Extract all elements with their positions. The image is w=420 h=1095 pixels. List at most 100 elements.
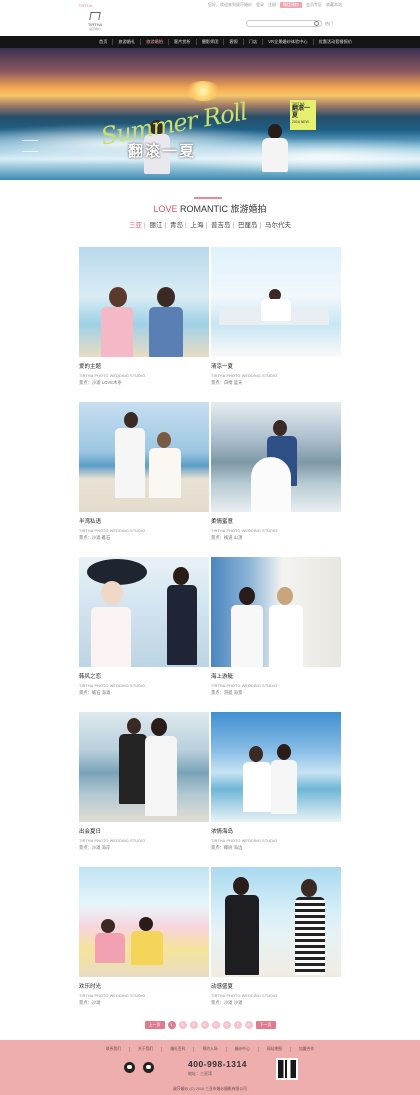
- gallery-card[interactable]: 韩风之恋 TIRTHA PHOTO WEDDING STUDIO 景点：礁石 海…: [79, 557, 209, 696]
- nav-item-offers[interactable]: 优惠活动套餐报价: [314, 39, 358, 45]
- nav-item-photographers[interactable]: 摄影师团: [197, 39, 225, 45]
- city-tab-lijiang[interactable]: 丽江: [148, 222, 163, 229]
- card-photo[interactable]: [211, 402, 341, 512]
- city-tab-maldives[interactable]: 马尔代夫: [264, 222, 292, 229]
- logo-sub: 缇莎婚纱: [88, 27, 101, 31]
- card-place: 景点：沙滩 礁石: [79, 535, 111, 540]
- top-link-favorite[interactable]: 收藏本站: [326, 2, 342, 8]
- card-title[interactable]: 动感盛夏: [211, 982, 341, 990]
- gallery-card[interactable]: 欢乐时光 TIRTHA PHOTO WEDDING STUDIO 景点：沙滩: [79, 867, 209, 1006]
- logo-mark-icon: [89, 12, 101, 20]
- card-photo[interactable]: [211, 247, 341, 357]
- footer-link[interactable]: 关于我们: [130, 1047, 163, 1052]
- card-studio: TIRTHA PHOTO WEDDING STUDIO: [79, 374, 146, 378]
- card-photo[interactable]: [79, 247, 209, 357]
- gallery-card[interactable]: 浓情海岛 TIRTHA PHOTO WEDDING STUDIO 景点：椰树 海…: [211, 712, 341, 851]
- card-title[interactable]: 浓情海岛: [211, 827, 341, 835]
- card-studio: TIRTHA PHOTO WEDDING STUDIO: [79, 839, 146, 843]
- gallery-card[interactable]: 动感盛夏 TIRTHA PHOTO WEDDING STUDIO 景点：沙滩 沙…: [211, 867, 341, 1006]
- top-link-login[interactable]: 登录: [256, 2, 264, 8]
- city-tab-bali[interactable]: 巴厘岛: [237, 222, 259, 229]
- search-icon[interactable]: [314, 21, 319, 26]
- section-title-romantic: ROMANTIC: [180, 204, 228, 214]
- card-photo[interactable]: [79, 712, 209, 822]
- footer-link[interactable]: 婚礼百科: [162, 1047, 195, 1052]
- card-photo[interactable]: [211, 867, 341, 977]
- page-number[interactable]: 8: [244, 1021, 253, 1029]
- gallery-card[interactable]: 爱的主题 TIRTHA PHOTO WEDDING STUDIO 景点：沙滩 L…: [79, 247, 209, 386]
- tag-big: 翻滚一夏: [292, 106, 311, 119]
- page-number[interactable]: 1: [167, 1021, 176, 1029]
- top-link-wechat[interactable]: 微信预约: [280, 2, 302, 8]
- card-title[interactable]: 半湾私语: [79, 517, 209, 525]
- nav-item-vr[interactable]: VR全景婚纱体验中心: [263, 39, 314, 45]
- nav-item-travel-photo[interactable]: 旅游婚拍: [141, 39, 169, 45]
- gallery-card[interactable]: 清凉一夏 TIRTHA PHOTO WEDDING STUDIO 景点：白椅 蓝…: [211, 247, 341, 386]
- card-title[interactable]: 出会夏日: [79, 827, 209, 835]
- city-tab-qingdao[interactable]: 青岛: [169, 222, 184, 229]
- photo-figure: [149, 448, 181, 498]
- photo-figure-head: [239, 587, 255, 605]
- card-place: 景点：沙滩: [79, 1000, 101, 1005]
- city-tab-shanghai[interactable]: 上海: [190, 222, 205, 229]
- photo-figure-head: [124, 412, 138, 428]
- page-number[interactable]: 2: [178, 1021, 187, 1029]
- nav-item-guest[interactable]: 客照: [224, 39, 244, 45]
- card-photo[interactable]: [79, 557, 209, 667]
- qq-icon[interactable]: [143, 1062, 154, 1073]
- footer-link[interactable]: 预约入场: [194, 1047, 227, 1052]
- gallery-card[interactable]: 出会夏日 TIRTHA PHOTO WEDDING STUDIO 景点：沙滩 海…: [79, 712, 209, 851]
- footer-link[interactable]: 联系我们: [98, 1047, 131, 1052]
- next-page-button[interactable]: 下一页: [255, 1021, 276, 1029]
- main-nav: 首页 旅游婚礼 旅游婚拍 客片赏析 摄影师团 客照 门店 VR全景婚纱体验中心 …: [0, 36, 420, 48]
- photo-figure-head: [151, 718, 167, 736]
- card-title[interactable]: 欢乐时光: [79, 982, 209, 990]
- wechat-icon[interactable]: [124, 1062, 135, 1073]
- banner-cn-title: 翻滚一夏: [128, 143, 197, 160]
- top-link-register[interactable]: 注册: [268, 2, 276, 8]
- card-photo[interactable]: [79, 402, 209, 512]
- page-number[interactable]: 5: [211, 1021, 220, 1029]
- address: 地址：三亚湾: [188, 1071, 212, 1076]
- footer-link[interactable]: 网站地图: [259, 1047, 291, 1052]
- nav-item-stores[interactable]: 门店: [244, 39, 264, 45]
- card-photo[interactable]: [211, 712, 341, 822]
- photo-figure: [295, 897, 325, 975]
- top-link-member[interactable]: 会员专区: [306, 2, 322, 8]
- logo[interactable]: TIRTHA 缇莎婚纱: [84, 12, 106, 34]
- photo-figure: [145, 736, 177, 816]
- nav-item-client-photos[interactable]: 客片赏析: [169, 39, 197, 45]
- nav-item-home[interactable]: 首页: [94, 39, 114, 45]
- card-title[interactable]: 柔情蜜意: [211, 517, 341, 525]
- page-number[interactable]: 6: [222, 1021, 231, 1029]
- footer-link[interactable]: 加盟合作: [291, 1047, 322, 1052]
- card-title[interactable]: 韩风之恋: [79, 672, 209, 680]
- card-title[interactable]: 爱的主题: [79, 362, 209, 370]
- page-number[interactable]: 4: [200, 1021, 209, 1029]
- photo-figure: [115, 428, 145, 498]
- card-photo[interactable]: [211, 557, 341, 667]
- photo-figure: [269, 605, 303, 667]
- page-number[interactable]: 7: [233, 1021, 242, 1029]
- city-tab-phuket[interactable]: 普吉岛: [210, 222, 232, 229]
- gallery-card[interactable]: 柔情蜜意 TIRTHA PHOTO WEDDING STUDIO 景点：栈道 山…: [211, 402, 341, 541]
- footer-link[interactable]: 婚纱中心: [227, 1047, 259, 1052]
- card-place: 景点：游艇 海景: [211, 690, 243, 695]
- page-number[interactable]: 3: [189, 1021, 198, 1029]
- gallery-card[interactable]: 海上游艇 TIRTHA PHOTO WEDDING STUDIO 景点：游艇 海…: [211, 557, 341, 696]
- card-title[interactable]: 清凉一夏: [211, 362, 341, 370]
- card-place: 景点：礁石 海滩: [79, 690, 111, 695]
- search-hot-link[interactable]: 热门: [325, 21, 333, 27]
- nav-item-travel-wedding[interactable]: 旅游婚礼: [113, 39, 142, 45]
- top-utility-bar: TIRTHA 您好，欢迎来到缇莎婚纱 登录 注册 微信预约 会员专区 收藏本站: [0, 0, 420, 10]
- card-title[interactable]: 海上游艇: [211, 672, 341, 680]
- gallery-card[interactable]: 半湾私语 TIRTHA PHOTO WEDDING STUDIO 景点：沙滩 礁…: [79, 402, 209, 541]
- city-tab-sanya[interactable]: 三亚: [128, 222, 143, 229]
- prev-page-button[interactable]: 上一页: [144, 1021, 165, 1029]
- photo-figure-head: [101, 919, 115, 933]
- photo-figure-head: [273, 420, 287, 436]
- footer-links: 联系我们 关于我们 婚礼百科 预约入场 婚纱中心 网站地图 加盟合作: [0, 1047, 420, 1052]
- card-studio: TIRTHA PHOTO WEDDING STUDIO: [79, 684, 146, 688]
- card-photo[interactable]: [79, 867, 209, 977]
- search-input[interactable]: [246, 20, 322, 27]
